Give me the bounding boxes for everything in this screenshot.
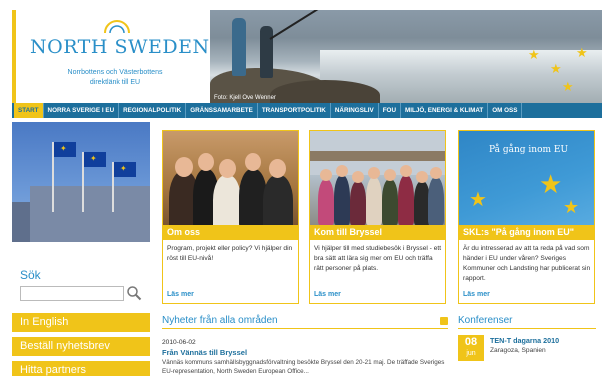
logo-subtitle: direktlänk till EU bbox=[89, 79, 141, 86]
read-more-link[interactable]: Läs mer bbox=[314, 291, 341, 298]
main-navigation: START NORRA SVERIGE I EU REGIONALPOLITIK… bbox=[12, 103, 602, 118]
header: NORTH SWEDEN Norrbottens och Västerbotte… bbox=[12, 10, 602, 103]
search-label: Sök bbox=[20, 268, 41, 282]
news-date: 2010-06-02 bbox=[162, 339, 196, 346]
conference-month: jun bbox=[466, 350, 476, 357]
card-title[interactable]: SKL:s "På gång inom EU" bbox=[459, 225, 594, 240]
nav-item-start[interactable]: START bbox=[14, 103, 44, 118]
newsletter-button[interactable]: Beställ nyhetsbrev bbox=[12, 337, 150, 356]
in-english-button[interactable]: In English bbox=[12, 313, 150, 332]
news-item-title[interactable]: Från Vännäs till Bryssel bbox=[162, 348, 247, 357]
card-om-oss: Om oss Program, projekt eller policy? Vi… bbox=[162, 130, 299, 304]
conferences-header: Konferenser bbox=[458, 315, 596, 329]
nav-item-om-oss[interactable]: OM OSS bbox=[488, 103, 523, 118]
nav-item-gransamarbete[interactable]: GRÄNSSAMARBETE bbox=[186, 103, 258, 118]
nav-item-regionalpolitik[interactable]: REGIONALPOLITIK bbox=[119, 103, 187, 118]
search-input[interactable] bbox=[20, 286, 124, 301]
read-more-link[interactable]: Läs mer bbox=[463, 291, 490, 298]
conference-date-badge: 08 jun bbox=[458, 335, 484, 361]
conference-day: 08 bbox=[464, 336, 478, 348]
nav-item-naringsliv[interactable]: NÄRINGSLIV bbox=[331, 103, 379, 118]
site-logo[interactable]: NORTH SWEDEN Norrbottens och Västerbotte… bbox=[12, 10, 210, 103]
card-kom-till-bryssel: Kom till Bryssel Vi hjälper till med stu… bbox=[309, 130, 446, 304]
star-icon: ★ bbox=[562, 79, 574, 94]
card-pa-gang-inom-eu: På gång inom EU ★ ★ ★ SKL:s "På gång ino… bbox=[458, 130, 595, 304]
nav-item-miljo[interactable]: MILJÖ, ENERGI & KLIMAT bbox=[401, 103, 489, 118]
card-text: Vi hjälper till med studiebesök i Brysse… bbox=[314, 245, 442, 272]
news-header: Nyheter från alla områden bbox=[162, 315, 448, 329]
find-partners-button[interactable]: Hitta partners bbox=[12, 361, 150, 376]
eu-flags-image: ✦ ✦ ✦ bbox=[12, 122, 150, 242]
logo-subtitle: Norrbottens och Västerbottens bbox=[67, 69, 163, 76]
star-icon: ★ bbox=[469, 189, 487, 211]
read-more-link[interactable]: Läs mer bbox=[167, 291, 194, 298]
news-item-text: Vännäs kommuns samhällsbyggnadsförvaltni… bbox=[162, 359, 445, 375]
staff-photo bbox=[163, 131, 298, 225]
news-heading: Nyheter från alla områden bbox=[162, 315, 278, 326]
star-icon: ★ bbox=[550, 61, 562, 76]
eu-report-image: På gång inom EU ★ ★ ★ bbox=[459, 131, 594, 225]
photo-credit: Foto: Kjell Ove Wenner bbox=[214, 95, 276, 101]
group-photo bbox=[310, 131, 445, 225]
card-text: Program, projekt eller policy? Vi hjälpe… bbox=[167, 245, 293, 262]
card-text: Är du intresserad av att ta reda på vad … bbox=[463, 245, 591, 282]
star-icon: ★ bbox=[539, 169, 563, 199]
nav-item-fou[interactable]: FOU bbox=[379, 103, 401, 118]
star-icon: ★ bbox=[563, 197, 580, 217]
card-title[interactable]: Om oss bbox=[163, 225, 298, 240]
star-icon: ★ bbox=[528, 47, 540, 62]
nav-item-norra-sverige[interactable]: NORRA SVERIGE I EU bbox=[44, 103, 120, 118]
rss-icon[interactable] bbox=[440, 317, 448, 325]
conference-place: Zaragoza, Spanien bbox=[490, 347, 546, 354]
sidebar: ✦ ✦ ✦ Sök In English Beställ nyhetsbrev … bbox=[12, 122, 150, 376]
conference-title[interactable]: TEN-T dagarna 2010 bbox=[490, 336, 559, 345]
logo-title: NORTH SWEDEN bbox=[30, 36, 210, 58]
sun-icon bbox=[104, 20, 130, 34]
nav-item-transportpolitik[interactable]: TRANSPORTPOLITIK bbox=[258, 103, 331, 118]
hero-image: ★ ★ ★ ★ Foto: Kjell Ove Wenner bbox=[210, 10, 602, 103]
conferences-heading: Konferenser bbox=[458, 315, 513, 326]
image-caption: På gång inom EU bbox=[489, 145, 569, 155]
page: NORTH SWEDEN Norrbottens och Västerbotte… bbox=[12, 10, 602, 376]
card-title[interactable]: Kom till Bryssel bbox=[310, 225, 445, 240]
search-icon[interactable] bbox=[126, 285, 142, 301]
star-icon: ★ bbox=[576, 45, 588, 60]
